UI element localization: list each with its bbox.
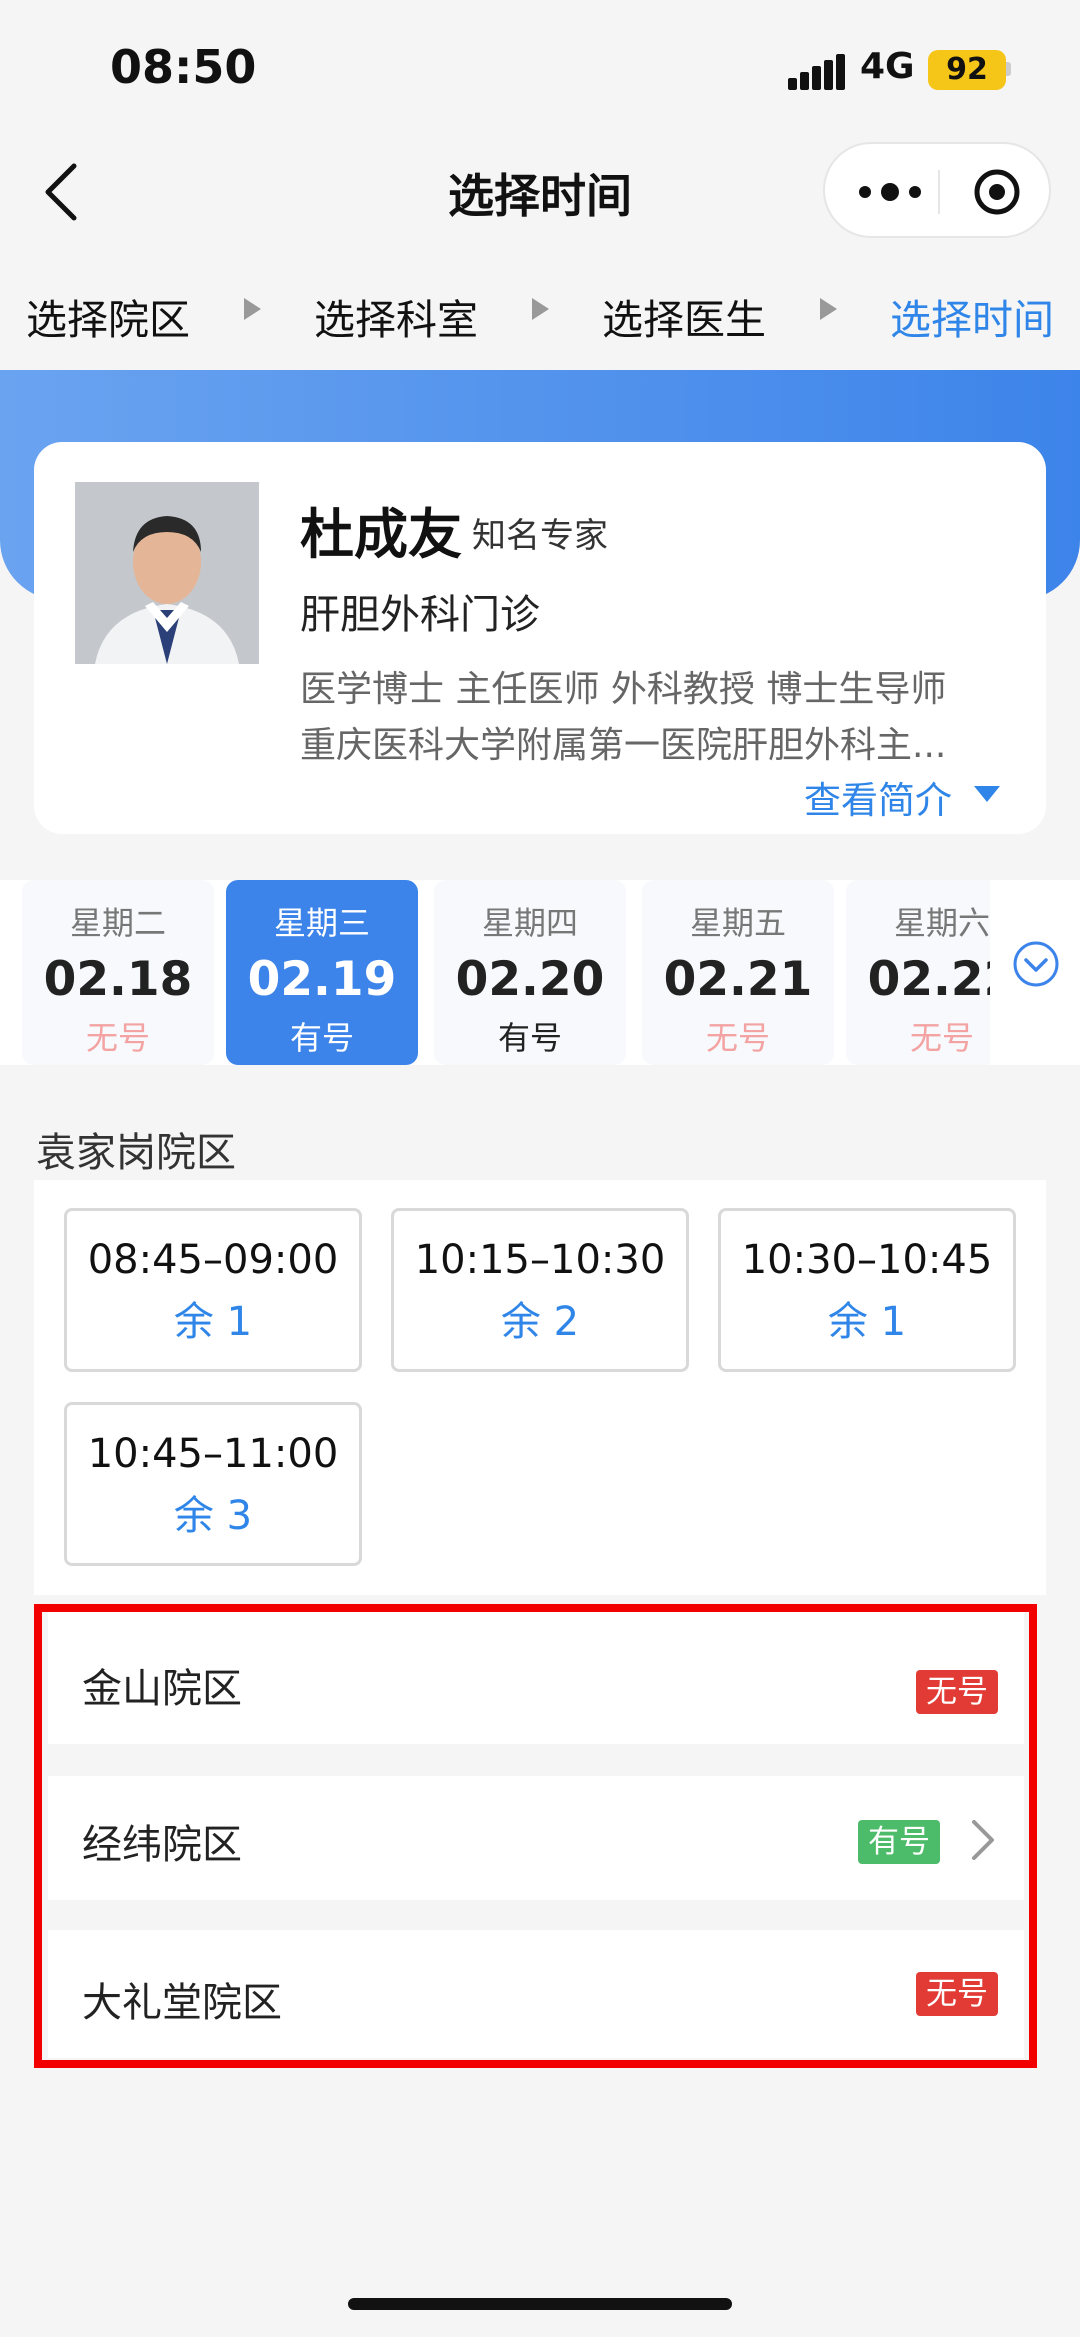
date-weekday: 星期三: [273, 904, 370, 942]
step-campus[interactable]: 选择院区: [26, 286, 190, 346]
time-slot[interactable]: 10:30–10:45 余 1: [718, 1208, 1016, 1372]
slot-grid: 08:45–09:00 余 1 10:15–10:30 余 2 10:30–10…: [34, 1180, 1046, 1595]
campus-title: 袁家岗院区: [36, 1130, 236, 1176]
slot-remaining: 余 3: [173, 1493, 253, 1539]
step-doctor[interactable]: 选择医生: [602, 286, 766, 346]
slot-time: 10:15–10:30: [414, 1237, 666, 1283]
expand-caret-icon[interactable]: [974, 786, 1000, 802]
date-value: 02.18: [43, 952, 193, 1007]
slot-remaining: 余 2: [500, 1299, 580, 1345]
date-selector: 星期二 02.18 无号 星期三 02.19 有号 星期四 02.20 有号 星…: [0, 880, 1080, 1065]
date-availability: 无号: [705, 1019, 770, 1057]
doctor-intro-line1: 医学博士 主任医师 外科教授 博士生导师: [300, 669, 947, 710]
step-department[interactable]: 选择科室: [314, 286, 478, 346]
signal-icon: [788, 54, 845, 90]
highlight-box: [34, 1604, 1037, 2068]
doctor-title: 知名专家: [472, 516, 608, 556]
more-icon[interactable]: [855, 172, 925, 212]
date-tab-0218[interactable]: 星期二 02.18 无号: [22, 880, 214, 1065]
home-indicator: [348, 2298, 732, 2310]
slot-time: 08:45–09:00: [87, 1237, 339, 1283]
date-value: 02.19: [247, 952, 397, 1007]
capsule-divider: [938, 170, 940, 214]
network-type: 4G: [860, 46, 915, 87]
slot-time: 10:30–10:45: [741, 1237, 993, 1283]
step-arrow-icon: [244, 298, 261, 320]
time-slot[interactable]: 10:15–10:30 余 2: [391, 1208, 689, 1372]
date-tab-0221[interactable]: 星期五 02.21 无号: [642, 880, 834, 1065]
date-tab-0219[interactable]: 星期三 02.19 有号: [226, 880, 418, 1065]
status-time: 08:50: [110, 40, 257, 94]
date-weekday: 星期五: [689, 904, 786, 942]
doctor-department: 肝胆外科门诊: [300, 592, 540, 638]
slot-time: 10:45–11:00: [87, 1431, 339, 1477]
step-time: 选择时间: [890, 296, 1054, 344]
slot-remaining: 余 1: [827, 1299, 907, 1345]
date-availability: 无号: [85, 1019, 150, 1057]
battery-icon: 92: [928, 50, 1006, 90]
date-value: 02.21: [663, 952, 813, 1007]
step-arrow-icon: [820, 298, 837, 320]
expand-dates-icon[interactable]: [1012, 940, 1060, 988]
date-weekday: 星期四: [481, 904, 578, 942]
date-weekday: 星期二: [69, 904, 166, 942]
battery-tip: [1006, 62, 1011, 76]
date-availability: 有号: [289, 1019, 354, 1057]
time-slot[interactable]: 08:45–09:00 余 1: [64, 1208, 362, 1372]
close-miniprogram-icon[interactable]: [973, 168, 1021, 216]
mini-program-capsule: [823, 142, 1051, 238]
slot-remaining: 余 1: [173, 1299, 253, 1345]
view-intro-link[interactable]: 查看简介: [804, 770, 952, 824]
date-tab-0220[interactable]: 星期四 02.20 有号: [434, 880, 626, 1065]
doctor-photo: [75, 482, 259, 664]
doctor-intro-line2: 重庆医科大学附属第一医院肝胆外科主...: [300, 725, 947, 766]
date-value: 02.20: [455, 952, 605, 1007]
doctor-name: 杜成友: [300, 503, 462, 566]
step-arrow-icon: [532, 298, 549, 320]
date-availability: 有号: [497, 1019, 562, 1057]
time-slot[interactable]: 10:45–11:00 余 3: [64, 1402, 362, 1566]
